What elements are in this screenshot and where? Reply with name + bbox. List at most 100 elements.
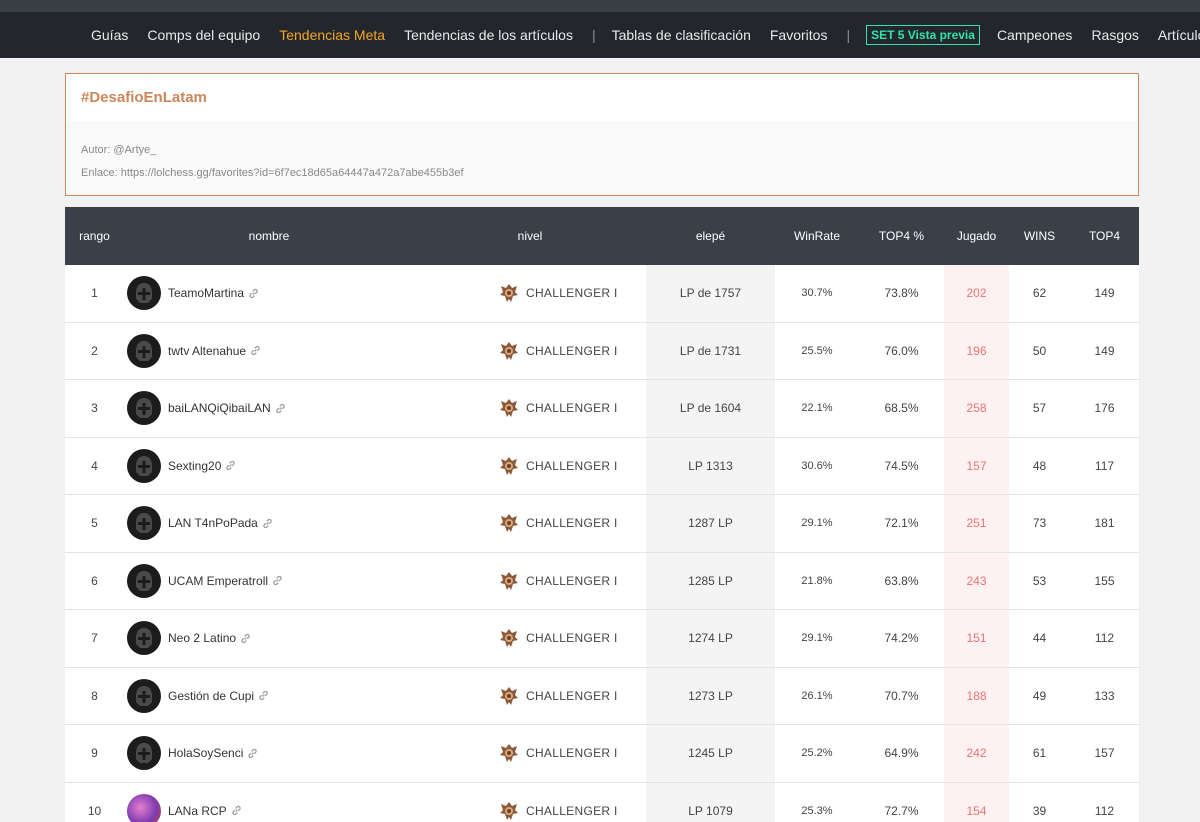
helmet-icon <box>136 283 152 303</box>
info-link[interactable]: Enlace: https://lolchess.gg/favorites?id… <box>81 167 464 179</box>
table-row[interactable]: 6 UCAM Emperatroll CHALLENGER I 1285 LP … <box>65 552 1139 610</box>
tier-label: CHALLENGER I <box>526 573 618 588</box>
top4-pct-cell: 72.7% <box>859 782 944 822</box>
link-icon[interactable] <box>275 403 286 414</box>
played-cell: 188 <box>944 667 1009 725</box>
wins-cell: 39 <box>1009 782 1070 822</box>
top4-cell: 176 <box>1070 379 1139 438</box>
top4-cell: 181 <box>1070 494 1139 553</box>
tier-cell: CHALLENGER I <box>414 264 646 323</box>
tier-label: CHALLENGER I <box>526 516 618 531</box>
table-row[interactable]: 7 Neo 2 Latino CHALLENGER I 1274 LP 29.1… <box>65 609 1139 668</box>
winrate-cell: 26.1% <box>775 667 859 725</box>
nav-item-comps[interactable]: Comps del equipo <box>147 27 260 43</box>
player-name[interactable]: Gestión de Cupi <box>168 689 254 703</box>
name-cell: TeamoMartina <box>124 264 414 323</box>
lp-cell: 1274 LP <box>646 609 775 668</box>
avatar[interactable] <box>127 563 161 598</box>
table-row[interactable]: 8 Gestión de Cupi CHALLENGER I 1273 LP 2… <box>65 667 1139 725</box>
nav-item-items[interactable]: Artículos <box>1158 27 1200 43</box>
nav-item-item-trends[interactable]: Tendencias de los artículos <box>404 27 573 43</box>
table-row[interactable]: 10 LANa RCP CHALLENGER I LP 1079 25.3% 7… <box>65 782 1139 822</box>
header-played[interactable]: Jugado <box>944 207 1009 265</box>
link-icon[interactable] <box>258 690 269 701</box>
player-name[interactable]: TeamoMartina <box>168 286 244 300</box>
table-row[interactable]: 9 HolaSoySenci CHALLENGER I 1245 LP 25.2… <box>65 724 1139 783</box>
avatar[interactable] <box>127 276 161 310</box>
name-cell: twtv Altenahue <box>124 322 414 380</box>
avatar-lana[interactable] <box>127 793 161 822</box>
avatar[interactable] <box>127 333 161 368</box>
nav-item-champions[interactable]: Campeones <box>997 27 1073 43</box>
player-name[interactable]: LAN T4nPoPada <box>168 516 258 530</box>
link-icon[interactable] <box>240 633 251 644</box>
header-rank[interactable]: rango <box>65 207 124 265</box>
link-icon[interactable] <box>250 345 261 356</box>
player-name[interactable]: Sexting20 <box>168 459 221 473</box>
link-icon[interactable] <box>272 575 283 586</box>
avatar[interactable] <box>127 391 161 426</box>
player-name[interactable]: LANa RCP <box>168 804 227 818</box>
avatar[interactable] <box>127 678 161 713</box>
header-wins[interactable]: WINS <box>1009 207 1070 265</box>
player-name[interactable]: HolaSoySenci <box>168 746 243 760</box>
avatar[interactable] <box>127 621 161 656</box>
table-row[interactable]: 5 LAN T4nPoPada CHALLENGER I 1287 LP 29.… <box>65 494 1139 553</box>
challenger-emblem-icon <box>500 629 518 648</box>
lp-cell: LP 1313 <box>646 437 775 495</box>
set5-preview-badge[interactable]: SET 5 Vista previa <box>866 25 980 45</box>
header-winrate[interactable]: WinRate <box>775 207 859 265</box>
player-name[interactable]: twtv Altenahue <box>168 344 246 358</box>
nav-item-favorites[interactable]: Favoritos <box>770 27 828 43</box>
tier-label: CHALLENGER I <box>526 631 618 646</box>
wins-cell: 57 <box>1009 379 1070 438</box>
nav-item-meta-trends[interactable]: Tendencias Meta <box>279 27 385 43</box>
header-top4[interactable]: TOP4 <box>1070 207 1139 265</box>
tier-label: CHALLENGER I <box>526 803 618 818</box>
lp-cell: 1273 LP <box>646 667 775 725</box>
link-icon[interactable] <box>231 805 242 816</box>
avatar[interactable] <box>127 736 161 771</box>
avatar[interactable] <box>127 448 161 483</box>
link-icon[interactable] <box>248 288 259 299</box>
avatar[interactable] <box>127 506 161 541</box>
table-header-row: rango nombre nivel elepé WinRate TOP4 % … <box>65 207 1139 265</box>
table-row[interactable]: 1 TeamoMartina CHALLENGER I LP de 1757 3… <box>65 264 1139 323</box>
info-author: Autor: @Artye_ <box>81 144 157 156</box>
nav-item-leaderboards[interactable]: Tablas de clasificación <box>612 27 751 43</box>
nav-item-traits[interactable]: Rasgos <box>1091 27 1138 43</box>
wins-cell: 48 <box>1009 437 1070 495</box>
lp-cell: LP de 1731 <box>646 322 775 380</box>
nav-item-guias[interactable]: Guías <box>91 27 128 43</box>
table-row[interactable]: 4 Sexting20 CHALLENGER I LP 1313 30.6% 7… <box>65 437 1139 495</box>
rank-cell: 4 <box>65 437 124 495</box>
top4-cell: 149 <box>1070 264 1139 323</box>
challenger-emblem-icon <box>500 514 518 533</box>
header-top4-pct[interactable]: TOP4 % <box>859 207 944 265</box>
played-cell: 196 <box>944 322 1009 380</box>
helmet-icon <box>136 570 152 591</box>
winrate-cell: 22.1% <box>775 379 859 438</box>
player-name[interactable]: Neo 2 Latino <box>168 631 236 645</box>
top4-pct-cell: 64.9% <box>859 724 944 783</box>
player-name[interactable]: baiLANQiQibaiLAN <box>168 401 271 415</box>
nav-separator: | <box>591 27 596 43</box>
link-icon[interactable] <box>262 518 273 529</box>
info-header: #DesafioEnLatam <box>66 74 1138 121</box>
nav-items: Guías Comps del equipo Tendencias Meta T… <box>91 12 1200 58</box>
link-icon[interactable] <box>247 748 258 759</box>
header-name[interactable]: nombre <box>124 207 414 265</box>
tier-cell: CHALLENGER I <box>414 782 646 822</box>
helmet-icon <box>136 398 152 419</box>
header-tier[interactable]: nivel <box>414 207 646 265</box>
top4-pct-cell: 68.5% <box>859 379 944 438</box>
table-row[interactable]: 2 twtv Altenahue CHALLENGER I LP de 1731… <box>65 322 1139 380</box>
table-row[interactable]: 3 baiLANQiQibaiLAN CHALLENGER I LP de 16… <box>65 379 1139 438</box>
player-name[interactable]: UCAM Emperatroll <box>168 574 268 588</box>
link-icon[interactable] <box>225 460 236 471</box>
tier-cell: CHALLENGER I <box>414 494 646 553</box>
header-lp[interactable]: elepé <box>646 207 775 265</box>
played-cell: 202 <box>944 264 1009 323</box>
top4-pct-cell: 70.7% <box>859 667 944 725</box>
top4-cell: 112 <box>1070 609 1139 668</box>
